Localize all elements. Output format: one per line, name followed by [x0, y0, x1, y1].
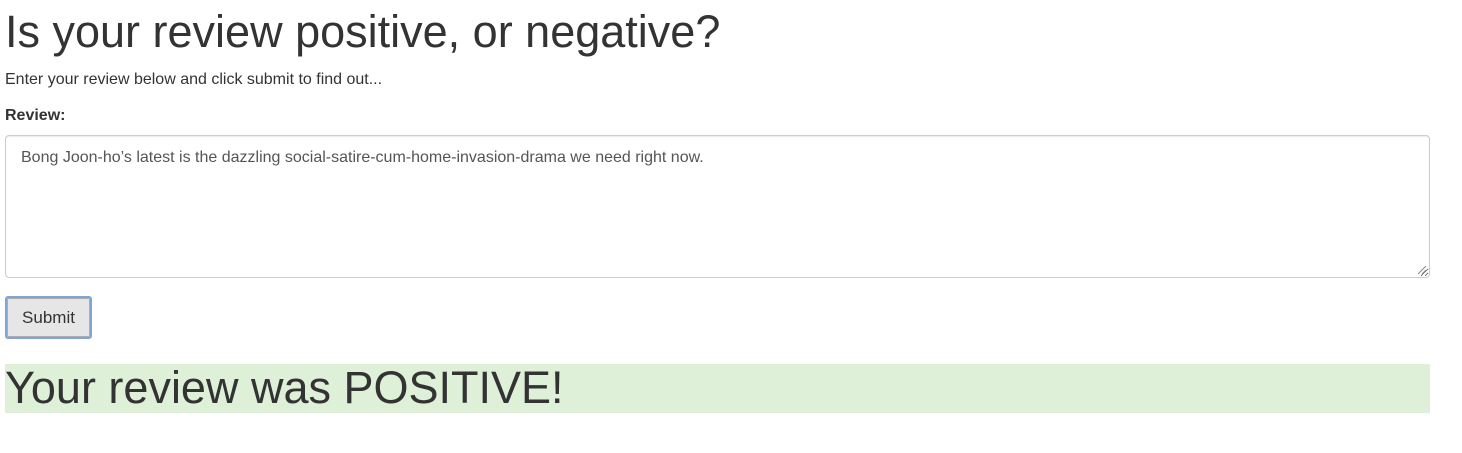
submit-button[interactable]: Submit: [5, 296, 92, 339]
review-textarea[interactable]: Bong Joon-ho’s latest is the dazzling so…: [5, 135, 1430, 278]
intro-text: Enter your review below and click submit…: [5, 71, 383, 88]
page-title: Is your review positive, or negative?: [5, 6, 721, 57]
result-text: Your review was POSITIVE!: [5, 362, 564, 413]
result-banner: Your review was POSITIVE!: [5, 362, 1430, 413]
review-label: Review:: [5, 107, 66, 124]
